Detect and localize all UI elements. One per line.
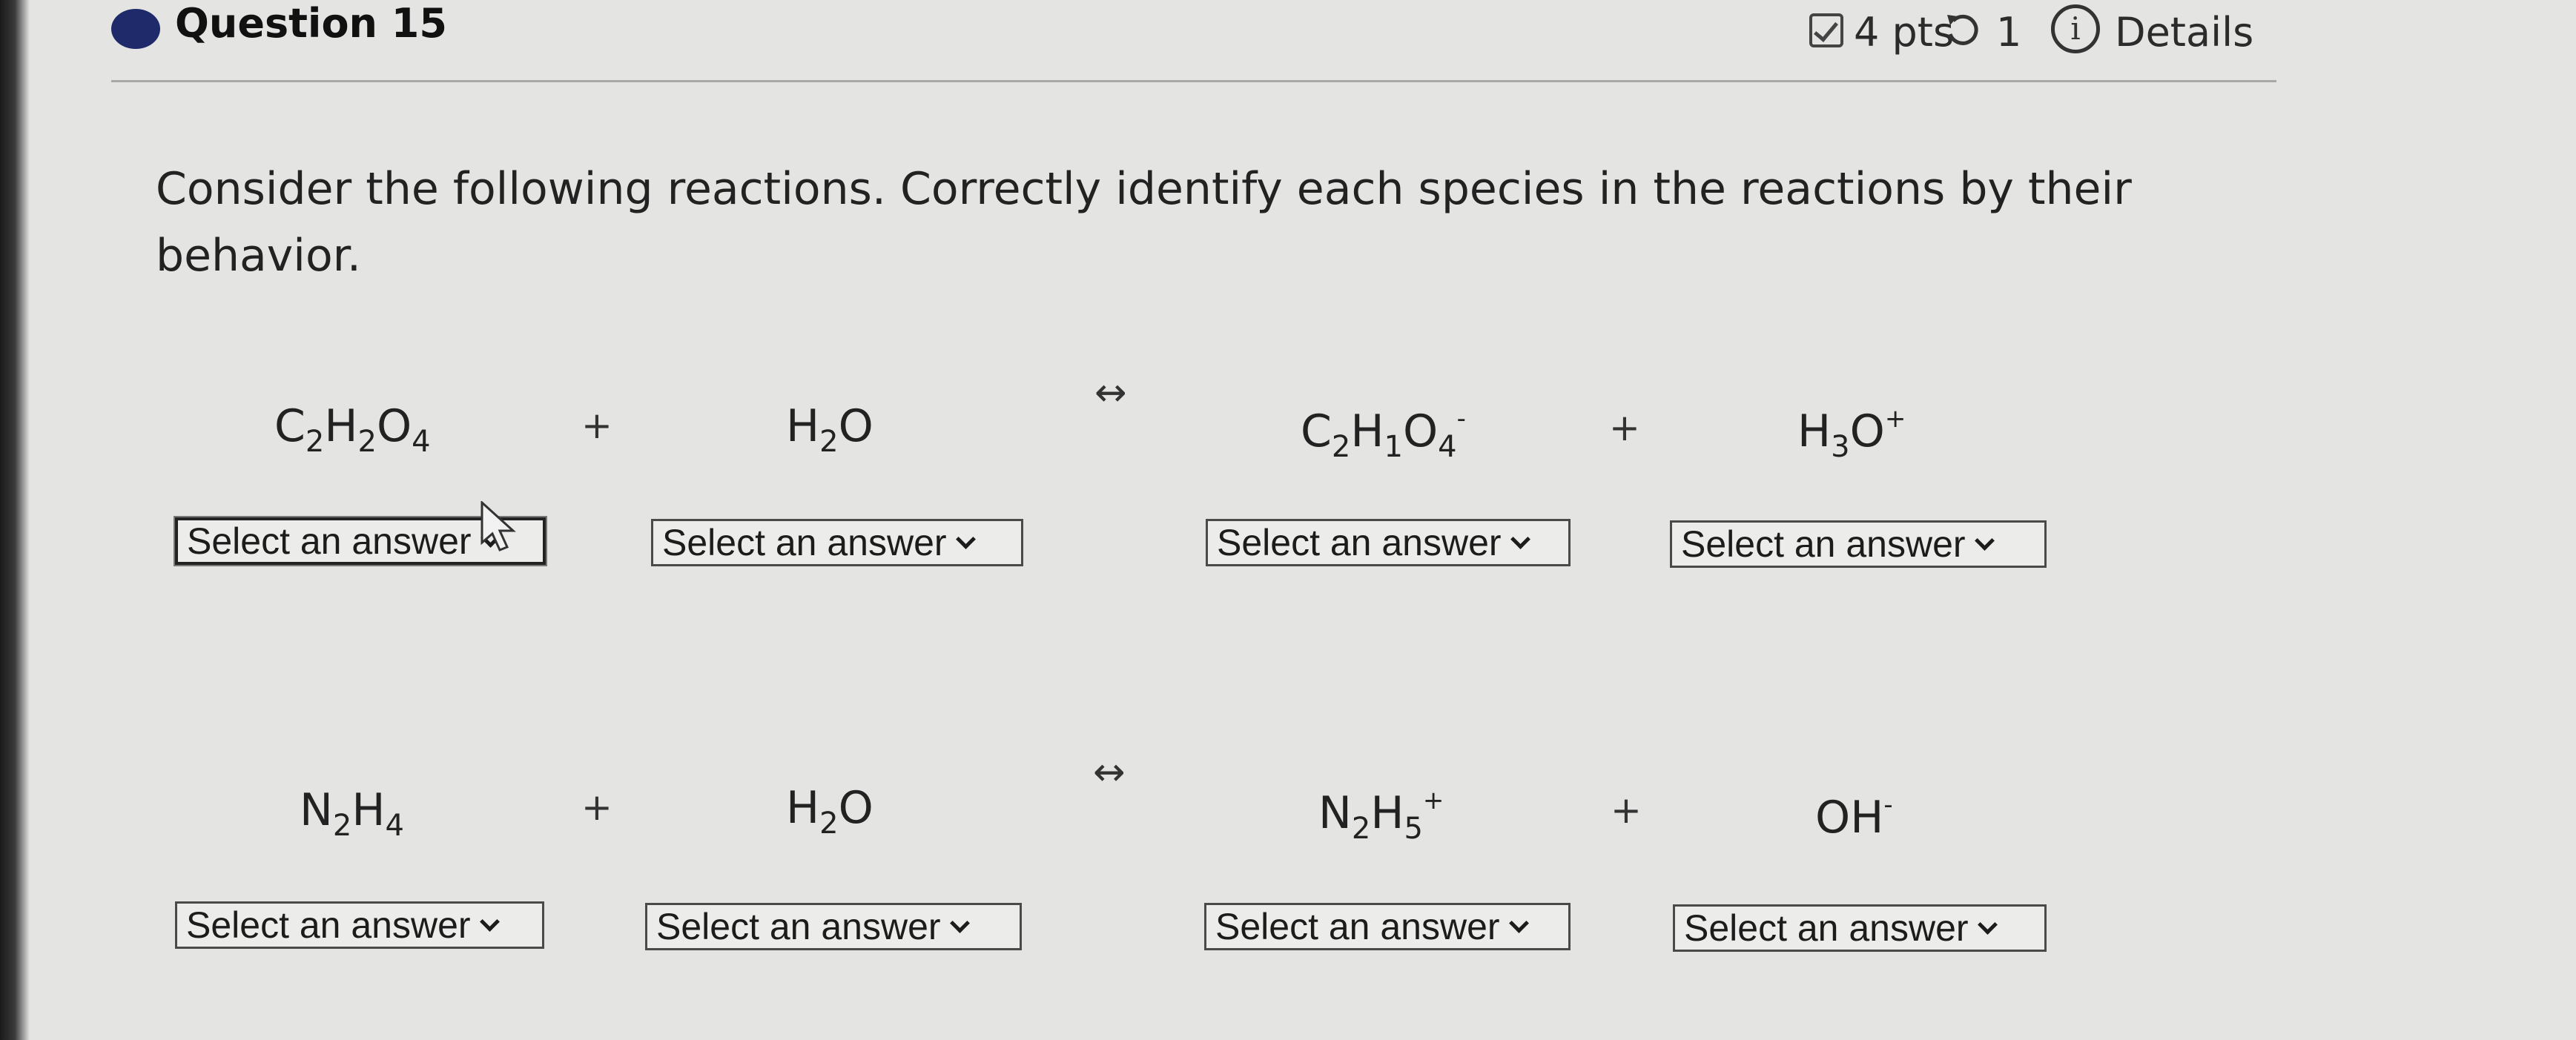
chevron-down-icon [955,529,976,549]
chevron-down-icon [1508,913,1529,933]
reaction1-product2: H3O+ [1797,404,1906,464]
reaction1-reactant1: C2H2O4 [274,400,431,459]
select-label: Select an answer [1217,522,1502,563]
question-status-bullet [111,9,160,49]
reaction1-reactant2: H2O [786,400,873,459]
reaction2-product2: OH- [1815,790,1893,844]
select-label: Select an answer [1215,906,1500,947]
details-link[interactable]: Details [2115,9,2253,56]
attempts-count: 1 [1996,9,2022,56]
select-label: Select an answer [1684,907,1969,949]
reaction2-equilibrium-arrow: ↔ [1093,750,1126,795]
reaction2-select-3[interactable]: Select an answer [1204,903,1571,950]
screen-edge-shadow [0,0,30,1040]
reaction1-plus-1: + [581,404,612,447]
points-checkbox-icon [1809,13,1843,47]
select-label: Select an answer [187,520,472,562]
select-label: Select an answer [1681,523,1966,565]
reaction1-product1: C2H1O4- [1301,404,1466,464]
reaction2-select-1[interactable]: Select an answer [175,901,544,949]
retry-icon [1947,14,1978,45]
question-header: Question 15 4 pts 1 i Details [0,0,2576,82]
chevron-down-icon [1510,529,1530,549]
reaction1-select-2[interactable]: Select an answer [651,519,1023,566]
mouse-cursor-icon [480,501,516,552]
reaction2-reactant2: H2O [786,782,873,841]
reaction2-product1: N2H5+ [1318,786,1444,846]
select-label: Select an answer [186,904,471,946]
points-label: 4 pts [1854,9,1955,56]
reaction2-reactant1: N2H4 [300,784,404,843]
info-icon[interactable]: i [2051,4,2100,53]
reaction2-plus-1: + [581,786,612,829]
reaction2-plus-2: + [1611,789,1642,832]
reaction1-plus-2: + [1609,406,1640,449]
question-title: Question 15 [175,0,447,47]
reaction1-equilibrium-arrow: ↔ [1094,371,1127,415]
reaction1-select-3[interactable]: Select an answer [1206,519,1571,566]
chevron-down-icon [949,913,970,933]
chevron-down-icon [479,911,500,932]
chevron-down-icon [1974,530,1995,551]
reaction1-select-4[interactable]: Select an answer [1670,520,2047,568]
header-divider [111,80,2276,82]
reaction2-select-4[interactable]: Select an answer [1673,904,2047,952]
select-label: Select an answer [656,906,941,947]
reaction2-select-2[interactable]: Select an answer [645,903,1022,950]
chevron-down-icon [1977,914,1998,935]
select-label: Select an answer [662,522,947,563]
question-prompt: Consider the following reactions. Correc… [156,163,2132,282]
